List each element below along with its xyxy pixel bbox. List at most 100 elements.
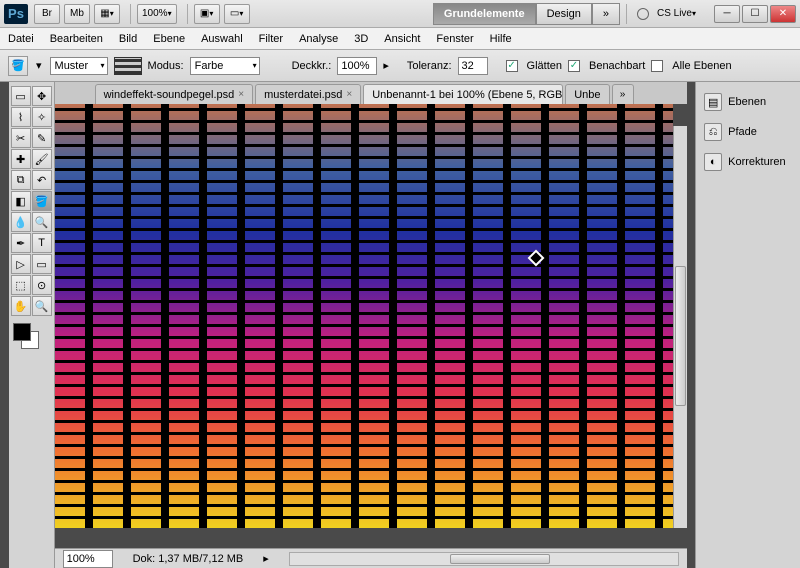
minibridge-button[interactable]: Mb: [64, 4, 90, 24]
separator: [187, 4, 188, 24]
workspace-more[interactable]: »: [592, 3, 620, 25]
separator: [626, 4, 627, 24]
canvas-container: [55, 104, 687, 548]
horizontal-scrollbar[interactable]: [289, 552, 679, 566]
arrange-dropdown[interactable]: ▣: [194, 4, 220, 24]
tab-label: Unbe: [574, 89, 600, 101]
mode-select[interactable]: Farbe: [190, 57, 260, 75]
app-logo: Ps: [4, 4, 28, 24]
fill-source-select[interactable]: Muster: [50, 57, 108, 75]
menu-auswahl[interactable]: Auswahl: [201, 33, 243, 45]
tab-overflow[interactable]: »: [612, 84, 634, 104]
shape-tool[interactable]: ▭: [32, 254, 52, 274]
marquee-tool[interactable]: ▭: [11, 86, 31, 106]
window-controls: ─ ☐ ✕: [714, 5, 796, 23]
separator: ▾: [36, 59, 42, 72]
lasso-tool[interactable]: ⌇: [11, 107, 31, 127]
document-tab-1[interactable]: windeffekt-soundpegel.psd×: [95, 84, 254, 104]
menu-hilfe[interactable]: Hilfe: [490, 33, 512, 45]
menu-ansicht[interactable]: Ansicht: [384, 33, 420, 45]
maximize-button[interactable]: ☐: [742, 5, 768, 23]
collapsed-panel-mid[interactable]: [687, 82, 696, 568]
tolerance-label: Toleranz:: [407, 60, 452, 72]
tab-label: windeffekt-soundpegel.psd: [104, 89, 235, 101]
title-bar: Ps Br Mb ▦ 100% ▣ ▭ Grundelemente Design…: [0, 0, 800, 28]
eraser-tool[interactable]: ◧: [11, 191, 31, 211]
all-layers-checkbox[interactable]: [651, 60, 663, 72]
status-flyout[interactable]: ▸: [263, 552, 269, 565]
current-tool-icon[interactable]: 🪣: [8, 56, 28, 76]
antialias-checkbox[interactable]: [506, 60, 518, 72]
cslive-icon: [637, 8, 649, 20]
type-tool[interactable]: T: [32, 233, 52, 253]
workspace-grundelemente[interactable]: Grundelemente: [433, 3, 536, 25]
healing-brush-tool[interactable]: ✚: [11, 149, 31, 169]
path-select-tool[interactable]: ▷: [11, 254, 31, 274]
tab-close-icon[interactable]: ×: [346, 89, 352, 100]
contiguous-checkbox[interactable]: [568, 60, 580, 72]
eyedropper-tool[interactable]: ✎: [32, 128, 52, 148]
opacity-input[interactable]: 100%: [337, 57, 377, 75]
menu-3d[interactable]: 3D: [354, 33, 368, 45]
menu-fenster[interactable]: Fenster: [436, 33, 473, 45]
workspace: ▭✥ ⌇✧ ✂✎ ✚🖌 ⧉↶ ◧🪣 💧🔍 ✒T ▷▭ ⬚⊙ ✋🔍 windeff…: [0, 82, 800, 568]
3d-tool[interactable]: ⬚: [11, 275, 31, 295]
pen-tool[interactable]: ✒: [11, 233, 31, 253]
tab-close-icon[interactable]: ×: [238, 89, 244, 100]
collapsed-panel-left[interactable]: [0, 82, 9, 568]
menu-bild[interactable]: Bild: [119, 33, 137, 45]
move-tool[interactable]: ✥: [32, 86, 52, 106]
view-extras-dropdown[interactable]: ▦: [94, 4, 120, 24]
zoom-dropdown[interactable]: 100%: [137, 4, 177, 24]
menu-datei[interactable]: Datei: [8, 33, 34, 45]
menu-ebene[interactable]: Ebene: [153, 33, 185, 45]
menu-analyse[interactable]: Analyse: [299, 33, 338, 45]
canvas[interactable]: [55, 104, 673, 528]
zoom-input[interactable]: 100%: [63, 550, 113, 568]
minimize-button[interactable]: ─: [714, 5, 740, 23]
all-layers-label: Alle Ebenen: [672, 60, 731, 72]
panel-ebenen[interactable]: ▤Ebenen: [702, 90, 794, 114]
vertical-scrollbar[interactable]: [673, 126, 687, 528]
zoom-tool[interactable]: 🔍: [32, 296, 52, 316]
document-tab-3[interactable]: Unbenannt-1 bei 100% (Ebene 5, RGB/8) *×: [363, 84, 563, 104]
separator: [130, 4, 131, 24]
document-tabs: windeffekt-soundpegel.psd× musterdatei.p…: [55, 82, 687, 104]
tolerance-input[interactable]: 32: [458, 57, 488, 75]
close-button[interactable]: ✕: [770, 5, 796, 23]
canvas-pattern-v: [55, 104, 673, 528]
brush-tool[interactable]: 🖌: [32, 149, 52, 169]
crop-tool[interactable]: ✂: [11, 128, 31, 148]
bridge-button[interactable]: Br: [34, 4, 60, 24]
contiguous-label: Benachbart: [589, 60, 645, 72]
paint-bucket-tool[interactable]: 🪣: [32, 191, 52, 211]
toolbox: ▭✥ ⌇✧ ✂✎ ✚🖌 ⧉↶ ◧🪣 💧🔍 ✒T ▷▭ ⬚⊙ ✋🔍: [9, 82, 55, 568]
opacity-flyout[interactable]: ▸: [383, 59, 389, 72]
magic-wand-tool[interactable]: ✧: [32, 107, 52, 127]
clone-stamp-tool[interactable]: ⧉: [11, 170, 31, 190]
document-tab-4[interactable]: Unbe: [565, 84, 609, 104]
workspace-design[interactable]: Design: [536, 3, 592, 25]
doc-size-label: Dok: 1,37 MB/7,12 MB: [133, 553, 244, 565]
editor-area: windeffekt-soundpegel.psd× musterdatei.p…: [55, 82, 687, 568]
cslive-dropdown[interactable]: CS Live: [653, 4, 700, 24]
mode-label: Modus:: [148, 60, 184, 72]
opacity-label: Deckkr.:: [292, 60, 332, 72]
status-bar: 100% Dok: 1,37 MB/7,12 MB ▸: [55, 548, 687, 568]
blur-tool[interactable]: 💧: [11, 212, 31, 232]
scrollbar-thumb[interactable]: [450, 554, 550, 564]
panel-pfade[interactable]: ⎌Pfade: [702, 120, 794, 144]
history-brush-tool[interactable]: ↶: [32, 170, 52, 190]
menu-filter[interactable]: Filter: [259, 33, 283, 45]
scrollbar-thumb[interactable]: [675, 266, 686, 406]
pattern-swatch[interactable]: [114, 57, 142, 75]
foreground-color[interactable]: [13, 323, 31, 341]
screen-mode-dropdown[interactable]: ▭: [224, 4, 250, 24]
panel-korrekturen[interactable]: ◐Korrekturen: [702, 150, 794, 174]
dodge-tool[interactable]: 🔍: [32, 212, 52, 232]
menu-bearbeiten[interactable]: Bearbeiten: [50, 33, 103, 45]
hand-tool[interactable]: ✋: [11, 296, 31, 316]
camera-tool[interactable]: ⊙: [32, 275, 52, 295]
panel-dock: ▤Ebenen ⎌Pfade ◐Korrekturen: [695, 82, 800, 568]
document-tab-2[interactable]: musterdatei.psd×: [255, 84, 361, 104]
